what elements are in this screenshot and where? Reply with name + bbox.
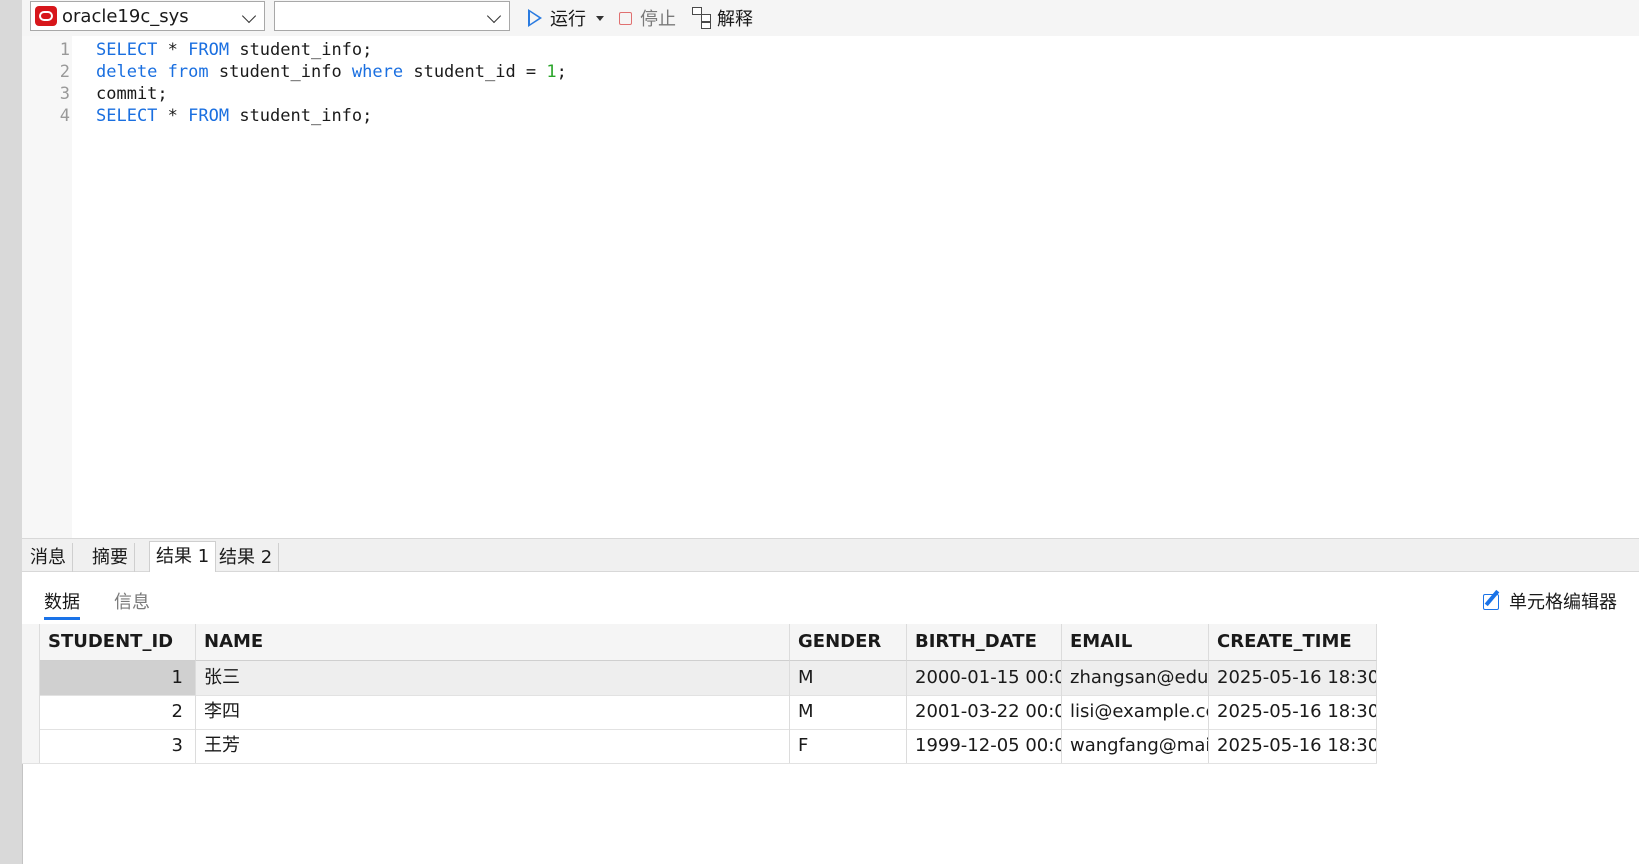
sql-text: * bbox=[157, 40, 189, 60]
table-cell[interactable]: M bbox=[790, 695, 907, 729]
line-number: 2 bbox=[59, 62, 70, 82]
sql-keyword: delete bbox=[96, 62, 158, 82]
subtab-data[interactable]: 数据 bbox=[44, 588, 80, 620]
table-cell[interactable]: zhangsan@edu bbox=[1062, 661, 1209, 695]
table-cell[interactable]: 2025-05-16 18:30 bbox=[1209, 695, 1377, 729]
column-header[interactable]: CREATE_TIME bbox=[1209, 624, 1377, 661]
sql-text: student_id = bbox=[403, 62, 547, 82]
cell-editor-label: 单元格编辑器 bbox=[1509, 592, 1617, 613]
connection-name: oracle19c_sys bbox=[62, 6, 189, 27]
oracle-db-icon bbox=[35, 6, 57, 26]
row-selector[interactable] bbox=[22, 661, 40, 695]
left-panel-strip bbox=[0, 0, 23, 864]
result-subtabs: 数据 信息 单元格编辑器 bbox=[22, 572, 1639, 624]
stop-icon bbox=[619, 11, 632, 25]
sql-keyword: from bbox=[167, 62, 209, 82]
column-header[interactable]: GENDER bbox=[790, 624, 907, 661]
stop-label: 停止 bbox=[640, 9, 676, 30]
subtab-info[interactable]: 信息 bbox=[114, 588, 150, 614]
sql-keyword: FROM bbox=[188, 40, 230, 60]
table-cell[interactable]: wangfang@mai bbox=[1062, 729, 1209, 763]
column-header[interactable]: EMAIL bbox=[1062, 624, 1209, 661]
explain-button[interactable]: 解释 bbox=[692, 4, 753, 32]
table-row[interactable]: 3 王芳 F 1999-12-05 00:0 wangfang@mai 2025-05-1… bbox=[22, 729, 1377, 764]
sql-keyword: where bbox=[351, 62, 404, 82]
row-selector[interactable] bbox=[22, 695, 40, 729]
connection-select[interactable]: oracle19c_sys bbox=[30, 1, 265, 31]
sql-editor[interactable]: 1 SELECT * FROM student_info; 2 delete from… bbox=[22, 36, 1639, 538]
table-cell[interactable]: 李四 bbox=[196, 695, 790, 729]
sql-keyword: FROM bbox=[188, 106, 230, 126]
run-button[interactable]: 运行 bbox=[528, 4, 604, 32]
explain-plan-icon bbox=[692, 7, 714, 29]
code-line[interactable]: commit; bbox=[96, 84, 168, 104]
tab-result-2[interactable]: 结果 2 bbox=[213, 543, 280, 572]
play-icon bbox=[528, 9, 542, 27]
table-row[interactable]: 2 李四 M 2001-03-22 00:0 lisi@example.cc 2025-0… bbox=[22, 695, 1377, 730]
table-cell[interactable]: 2025-05-16 18:30 bbox=[1209, 661, 1377, 695]
table-cell[interactable]: 1 bbox=[40, 661, 196, 695]
table-cell[interactable]: 2025-05-16 18:30 bbox=[1209, 729, 1377, 763]
row-selector[interactable] bbox=[22, 624, 40, 661]
result-tab-bar: 消息 摘要 结果 1 结果 2 bbox=[22, 538, 1639, 572]
sql-text: ; bbox=[556, 62, 567, 82]
table-cell[interactable]: F bbox=[790, 729, 907, 763]
code-line[interactable]: delete from student_info where student_i… bbox=[96, 62, 567, 82]
tab-messages[interactable]: 消息 bbox=[24, 543, 73, 572]
table-row[interactable]: 1 张三 M 2000-01-15 00:0 zhangsan@edu 2025-05-1… bbox=[22, 661, 1377, 696]
chevron-down-icon bbox=[486, 8, 502, 24]
run-label: 运行 bbox=[550, 9, 586, 30]
table-cell[interactable]: lisi@example.cc bbox=[1062, 695, 1209, 729]
schema-select[interactable] bbox=[274, 1, 510, 31]
sql-keyword: SELECT bbox=[96, 106, 158, 126]
code-line[interactable]: SELECT * FROM student_info; bbox=[96, 106, 372, 126]
sql-text: student_info bbox=[208, 62, 352, 82]
tab-result-1[interactable]: 结果 1 bbox=[149, 541, 217, 572]
sql-keyword: SELECT bbox=[96, 40, 158, 60]
table-cell[interactable]: 2 bbox=[40, 695, 196, 729]
column-header[interactable]: BIRTH_DATE bbox=[907, 624, 1062, 661]
table-cell[interactable]: 1999-12-05 00:0 bbox=[907, 729, 1062, 763]
column-header[interactable]: STUDENT_ID bbox=[40, 624, 196, 661]
grid-header-row: STUDENT_ID NAME GENDER BIRTH_DATE EMAIL CREAT… bbox=[22, 624, 1377, 661]
query-toolbar: oracle19c_sys 运行 停止 解释 bbox=[22, 0, 1639, 36]
table-cell[interactable]: M bbox=[790, 661, 907, 695]
run-dropdown-icon[interactable] bbox=[596, 15, 604, 21]
edit-icon bbox=[1483, 589, 1503, 611]
tab-summary[interactable]: 摘要 bbox=[86, 543, 135, 572]
chevron-down-icon bbox=[241, 8, 257, 24]
sql-text: student_info; bbox=[229, 40, 373, 60]
stop-button[interactable]: 停止 bbox=[619, 4, 676, 32]
code-line[interactable]: SELECT * FROM student_info; bbox=[96, 40, 372, 60]
table-cell[interactable]: 2001-03-22 00:0 bbox=[907, 695, 1062, 729]
sql-number: 1 bbox=[546, 62, 557, 82]
table-cell[interactable]: 3 bbox=[40, 729, 196, 763]
row-selector[interactable] bbox=[22, 729, 40, 763]
sql-text: student_info; bbox=[229, 106, 373, 126]
explain-label: 解释 bbox=[717, 9, 753, 30]
line-number: 1 bbox=[59, 40, 70, 60]
line-number: 3 bbox=[59, 84, 70, 104]
table-cell[interactable]: 王芳 bbox=[196, 729, 790, 763]
table-cell[interactable]: 张三 bbox=[196, 661, 790, 695]
sql-text: commit; bbox=[96, 84, 168, 104]
sql-text: * bbox=[157, 106, 189, 126]
line-number: 4 bbox=[59, 106, 70, 126]
table-cell[interactable]: 2000-01-15 00:0 bbox=[907, 661, 1062, 695]
cell-editor-button[interactable]: 单元格编辑器 bbox=[1483, 588, 1617, 614]
column-header[interactable]: NAME bbox=[196, 624, 790, 661]
